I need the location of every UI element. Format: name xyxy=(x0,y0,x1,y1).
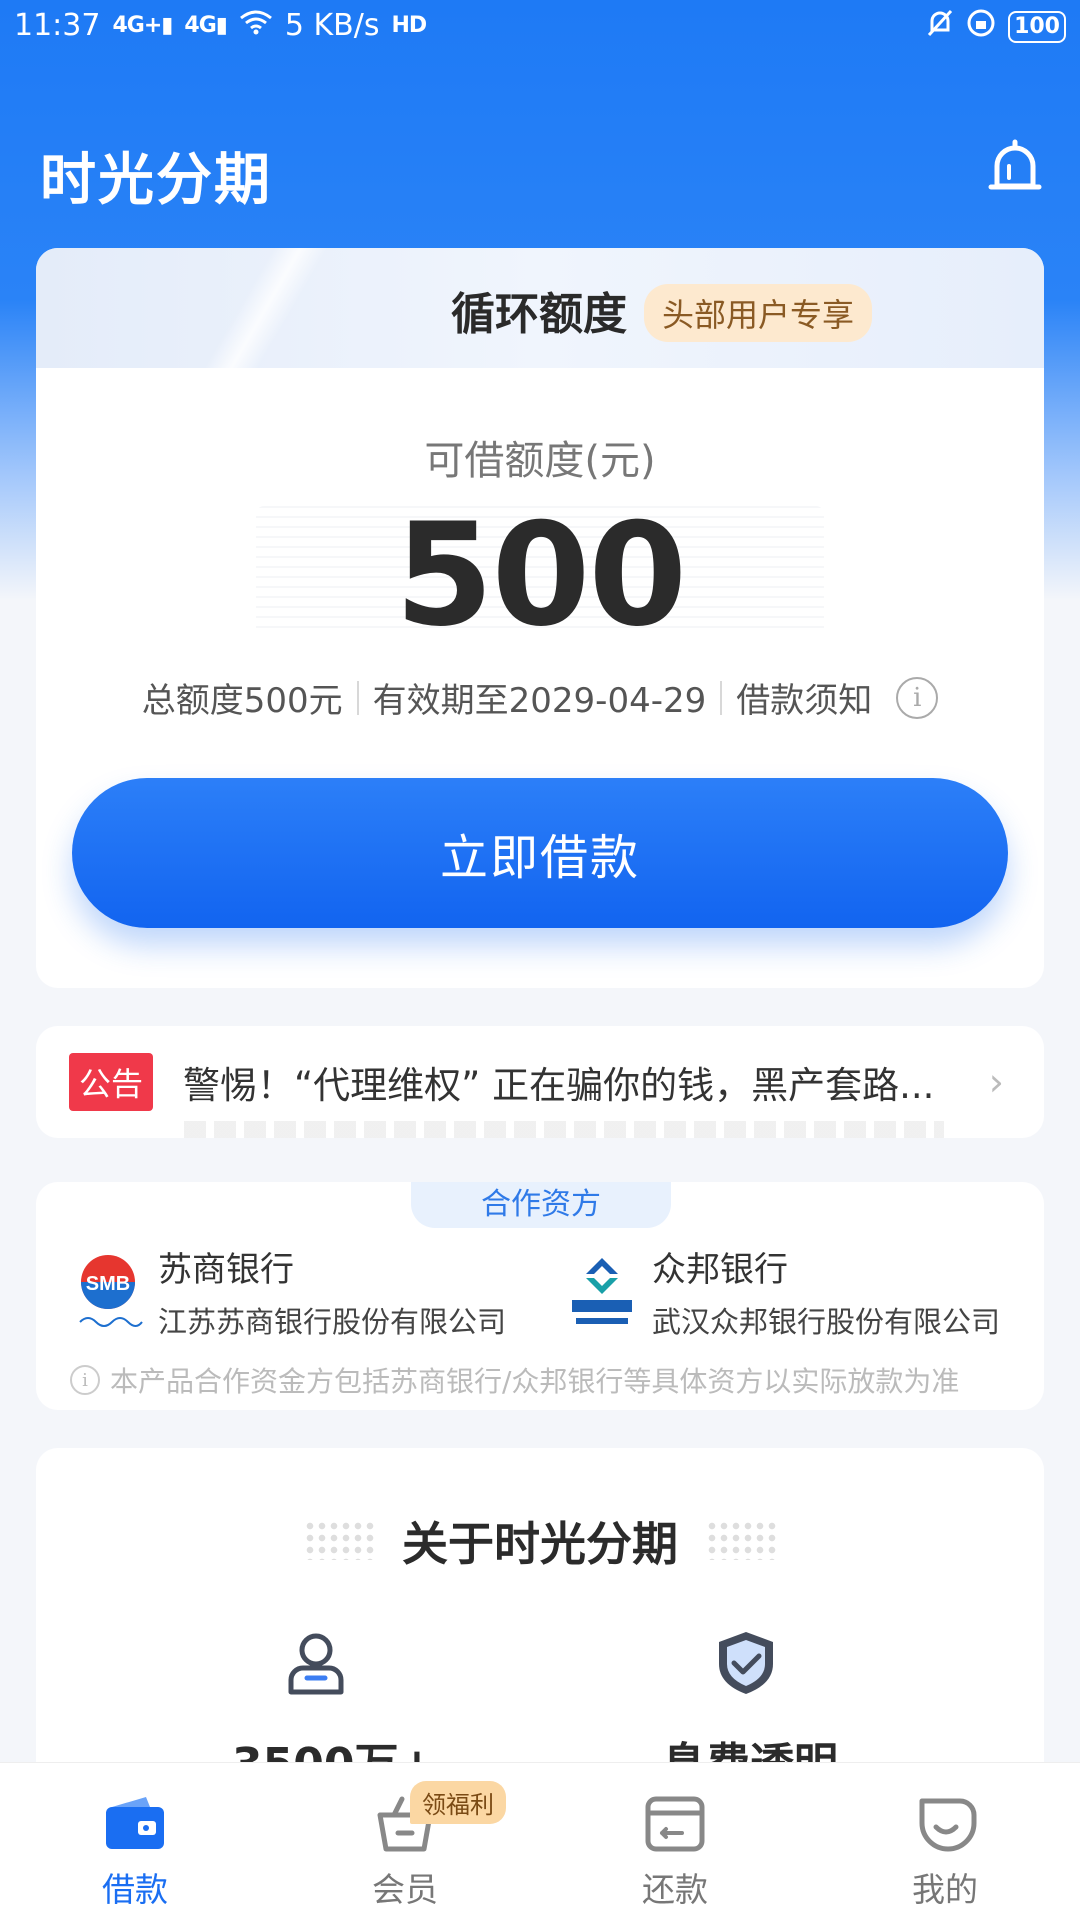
partners-note: i 本产品合作资金方包括苏商银行/众邦银行等具体资方以实际放款为准 xyxy=(70,1360,959,1400)
hd-icon: HD xyxy=(391,13,428,38)
header-decoration xyxy=(166,248,366,368)
partner-item: SMB 苏商银行 江苏苏商银行股份有限公司 xyxy=(70,1242,506,1341)
partners-tab: 合作资方 xyxy=(411,1182,671,1228)
divider xyxy=(356,680,359,715)
battery-indicator: 100 xyxy=(1008,11,1066,43)
tab-label: 我的 xyxy=(912,1870,978,1909)
shield-check-icon xyxy=(719,1632,773,1694)
partners-note-text: 本产品合作资金方包括苏商银行/众邦银行等具体资方以实际放款为准 xyxy=(110,1365,960,1398)
credit-card: 循环额度 头部用户专享 可借额度(元) 500 总额度500元 有效期至2029… xyxy=(36,248,1044,988)
status-time: 11:37 xyxy=(14,8,101,43)
network-speed: 5 KB/s xyxy=(284,8,380,43)
announcement-next-line xyxy=(184,1121,944,1138)
bell-icon[interactable] xyxy=(985,138,1045,202)
borrow-now-button[interactable]: 立即借款 xyxy=(72,778,1008,928)
available-label: 可借额度(元) xyxy=(424,438,656,484)
zbank-logo xyxy=(572,1257,632,1324)
tab-repay[interactable]: 还款 xyxy=(540,1763,810,1921)
partner-name: 众邦银行 xyxy=(652,1250,788,1290)
partner-name: 苏商银行 xyxy=(158,1250,294,1290)
welfare-badge[interactable]: 领福利 xyxy=(410,1781,506,1824)
user-icon xyxy=(288,1633,344,1695)
valid-until: 有效期至2029-04-29 xyxy=(372,681,707,721)
partners-card: 合作资方 SMB 苏商银行 江苏苏商银行股份有限公司 众邦银行 武汉众邦银行股份… xyxy=(36,1182,1044,1410)
card-return-icon xyxy=(645,1796,705,1852)
announcement-bar[interactable]: 公告 警惕！“代理维权” 正在骗你的钱，黑产套路... › xyxy=(36,1026,1044,1138)
tab-label: 借款 xyxy=(102,1870,168,1909)
status-bar: 11:37 4G+▮ 4G▮ 5 KB/s HD 100 xyxy=(0,0,1080,56)
about-title: 关于时光分期 xyxy=(402,1517,678,1571)
available-amount: 500 xyxy=(394,493,687,658)
announcement-text[interactable]: 警惕！“代理维权” 正在骗你的钱，黑产套路... xyxy=(183,1055,943,1109)
smb-logo: SMB xyxy=(79,1254,143,1327)
credit-meta: 总额度500元 有效期至2029-04-29 借款须知 i xyxy=(36,673,1044,722)
info-icon[interactable]: i xyxy=(896,676,939,719)
partner-item: 众邦银行 武汉众邦银行股份有限公司 xyxy=(564,1242,1000,1341)
app-title: 时光分期 xyxy=(40,148,272,213)
mute-bell-icon xyxy=(926,8,954,46)
credit-title: 循环额度 xyxy=(451,289,627,340)
about-card: 关于时光分期 3500万+ 息费透明 xyxy=(36,1448,1044,1808)
wifi-icon xyxy=(239,8,273,43)
signal-icon-1: 4G+▮ xyxy=(112,13,173,38)
wallet-icon xyxy=(106,1797,164,1849)
bottom-tab-bar: 借款 会员 还款 我的 领福利 xyxy=(0,1762,1080,1921)
credit-card-header: 循环额度 头部用户专享 xyxy=(36,248,1044,368)
loan-notice-link[interactable]: 借款须知 xyxy=(736,673,872,722)
partner-full-name: 江苏苏商银行股份有限公司 xyxy=(158,1305,507,1339)
exclusive-badge: 头部用户专享 xyxy=(644,284,873,342)
tab-loan[interactable]: 借款 xyxy=(0,1763,270,1921)
svg-text:SMB: SMB xyxy=(86,1273,130,1295)
divider xyxy=(720,680,723,715)
decorative-dots xyxy=(706,1520,776,1560)
rotation-lock-icon xyxy=(966,8,996,46)
chevron-right-icon[interactable]: › xyxy=(989,1060,1004,1104)
smile-icon xyxy=(919,1798,977,1852)
partner-full-name: 武汉众邦银行股份有限公司 xyxy=(652,1305,1001,1339)
total-limit: 总额度500元 xyxy=(141,681,343,721)
tab-label: 还款 xyxy=(642,1870,708,1909)
info-icon: i xyxy=(70,1365,100,1395)
announcement-tag: 公告 xyxy=(69,1053,154,1111)
tab-label: 会员 xyxy=(372,1870,438,1909)
tab-mine[interactable]: 我的 xyxy=(810,1763,1080,1921)
signal-icon-2: 4G▮ xyxy=(184,13,227,38)
